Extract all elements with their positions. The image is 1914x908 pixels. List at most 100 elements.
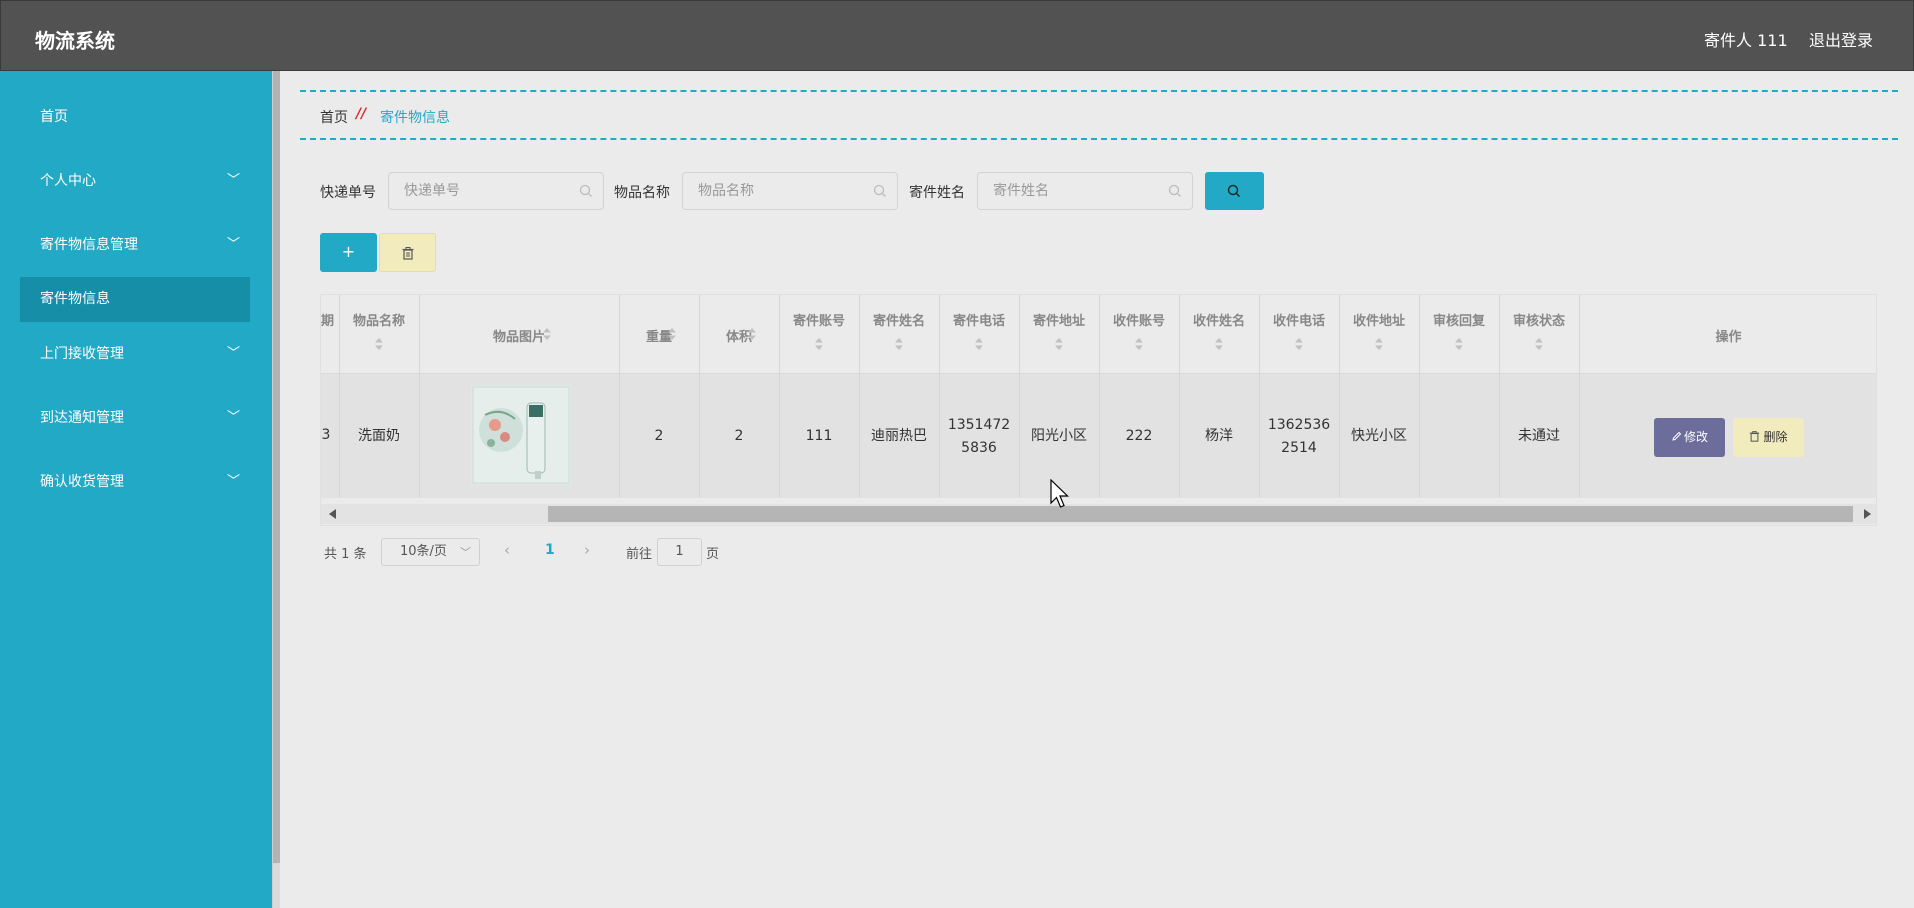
column-header-item-name[interactable]: 物品名称: [339, 310, 419, 329]
filter-label-tracking-no: 快递单号: [320, 185, 376, 201]
trash-icon: [402, 247, 414, 260]
column-header-receiver-account[interactable]: 收件账号: [1099, 310, 1179, 329]
scroll-right-arrow-icon[interactable]: [1864, 509, 1871, 519]
prev-page-button[interactable]: ‹: [504, 541, 510, 559]
chevron-down-icon: ﹀: [227, 237, 241, 252]
column-header-review-status[interactable]: 审核状态: [1499, 310, 1579, 329]
page-size-value: 10条/页: [400, 544, 447, 559]
search-icon: [1168, 184, 1181, 197]
column-header-review-reply[interactable]: 审核回复: [1419, 310, 1499, 329]
sort-icon[interactable]: [1054, 337, 1064, 351]
cell-sender-address: 阳光小区: [1031, 428, 1087, 444]
column-header-receiver-name[interactable]: 收件姓名: [1179, 310, 1259, 329]
mouse-cursor-icon: [1050, 479, 1069, 508]
filter-label-item-name: 物品名称: [614, 185, 670, 201]
column-header-sender-phone[interactable]: 寄件电话: [939, 310, 1019, 329]
add-button[interactable]: +: [320, 233, 377, 272]
sidebar-item-personal-center[interactable]: 个人中心 ﹀: [0, 161, 272, 201]
sidebar-item-shipment-info[interactable]: 寄件物信息: [20, 277, 250, 322]
next-page-button[interactable]: ›: [584, 541, 590, 559]
scroll-left-arrow-icon[interactable]: [329, 509, 336, 519]
sort-icon[interactable]: [1454, 337, 1464, 351]
sidebar-item-shipment-management[interactable]: 寄件物信息管理 ﹀: [0, 225, 272, 265]
sort-icon[interactable]: [894, 337, 904, 351]
goto-label: 前往: [626, 547, 653, 562]
chevron-down-icon: ﹀: [227, 173, 241, 188]
sidebar-item-confirm-receipt[interactable]: 确认收货管理 ﹀: [0, 462, 272, 502]
breadcrumb-home[interactable]: 首页: [320, 107, 348, 127]
sidebar-item-label: 上门接收管理: [40, 346, 124, 362]
input-placeholder: 快递单号: [404, 183, 460, 199]
cell-receiver-phone: 1362536 2514: [1259, 414, 1339, 460]
cell-volume: 2: [734, 428, 744, 444]
page-number-current[interactable]: 1: [545, 542, 555, 558]
trash-icon: [1750, 431, 1760, 442]
cell-receiver-phone-line1: 1362536: [1267, 417, 1331, 433]
cell-review-status: 未通过: [1518, 428, 1560, 444]
cell-receiver-account: 222: [1125, 428, 1153, 444]
sort-icon[interactable]: [747, 327, 757, 341]
sort-icon[interactable]: [1134, 337, 1144, 351]
pagination-total: 共 1 条: [324, 547, 367, 562]
current-user: 寄件人 111: [1704, 31, 1788, 50]
batch-delete-button[interactable]: [379, 233, 436, 272]
scrollbar-thumb[interactable]: [548, 506, 1853, 522]
item-name-input[interactable]: 物品名称: [682, 172, 898, 210]
breadcrumb: [300, 90, 1898, 140]
goto-unit-label: 页: [706, 547, 720, 562]
goto-page-input[interactable]: 1: [657, 538, 702, 566]
sender-name-input[interactable]: 寄件姓名: [977, 172, 1193, 210]
tracking-no-input[interactable]: 快递单号: [388, 172, 604, 210]
page-size-select[interactable]: 10条/页 ﹀: [381, 538, 480, 566]
sidebar-item-pickup-management[interactable]: 上门接收管理 ﹀: [0, 334, 272, 374]
sidebar-item-home[interactable]: 首页: [0, 97, 272, 137]
delete-label: 删除: [1763, 430, 1788, 444]
sort-icon[interactable]: [667, 327, 677, 341]
sort-icon[interactable]: [1534, 337, 1544, 351]
sort-icon[interactable]: [542, 327, 552, 341]
scrollbar-thumb[interactable]: [273, 71, 280, 863]
edit-label: 修改: [1683, 430, 1708, 444]
sort-icon[interactable]: [1214, 337, 1224, 351]
sort-icon[interactable]: [814, 337, 824, 351]
sidebar-item-arrival-notice[interactable]: 到达通知管理 ﹀: [0, 398, 272, 438]
cell-item-name: 洗面奶: [358, 428, 400, 444]
cell-sender-account: 111: [805, 428, 833, 444]
app-title: 物流系统: [35, 29, 115, 53]
sidebar-item-label: 寄件物信息管理: [40, 237, 138, 253]
horizontal-scrollbar[interactable]: [321, 504, 1876, 524]
search-button[interactable]: [1205, 172, 1264, 210]
search-icon: [873, 184, 886, 197]
filter-label-sender-name: 寄件姓名: [909, 185, 965, 201]
product-image: [471, 385, 571, 485]
column-header-weight[interactable]: 重量: [619, 326, 699, 345]
sort-icon[interactable]: [1374, 337, 1384, 351]
edit-button[interactable]: 修改: [1654, 418, 1725, 457]
logout-link[interactable]: 退出登录: [1809, 27, 1873, 51]
cell-receiver-phone-line2: 2514: [1281, 440, 1317, 456]
sidebar-item-label: 确认收货管理: [40, 474, 124, 490]
search-icon: [579, 184, 592, 197]
cell-receiver-address: 快光小区: [1351, 428, 1407, 444]
column-header-sender-address[interactable]: 寄件地址: [1019, 310, 1099, 329]
sort-icon[interactable]: [1294, 337, 1304, 351]
column-header-receiver-phone[interactable]: 收件电话: [1259, 310, 1339, 329]
column-header-partial: 期: [321, 314, 335, 329]
column-header-sender-name[interactable]: 寄件姓名: [859, 310, 939, 329]
chevron-down-icon: ﹀: [227, 474, 241, 489]
sort-icon[interactable]: [974, 337, 984, 351]
sidebar-item-label: 到达通知管理: [40, 410, 124, 426]
cell-sender-phone-line1: 1351472: [947, 417, 1011, 433]
input-placeholder: 寄件姓名: [993, 183, 1049, 199]
column-header-actions: 操作: [1715, 330, 1742, 345]
delete-button[interactable]: 删除: [1733, 418, 1804, 457]
plus-icon: +: [341, 242, 356, 261]
data-table: 期 物品名称 物品图片 重量 体积 寄件账号 寄件姓名 寄件电话 寄件地址 收件…: [320, 294, 1877, 526]
column-header-item-image[interactable]: 物品图片: [419, 326, 619, 345]
sidebar-scrollbar[interactable]: [272, 71, 280, 908]
sort-icon[interactable]: [374, 337, 384, 351]
breadcrumb-current: 寄件物信息: [380, 110, 450, 126]
column-header-volume[interactable]: 体积: [699, 326, 779, 345]
column-header-sender-account[interactable]: 寄件账号: [779, 310, 859, 329]
column-header-receiver-address[interactable]: 收件地址: [1339, 310, 1419, 329]
